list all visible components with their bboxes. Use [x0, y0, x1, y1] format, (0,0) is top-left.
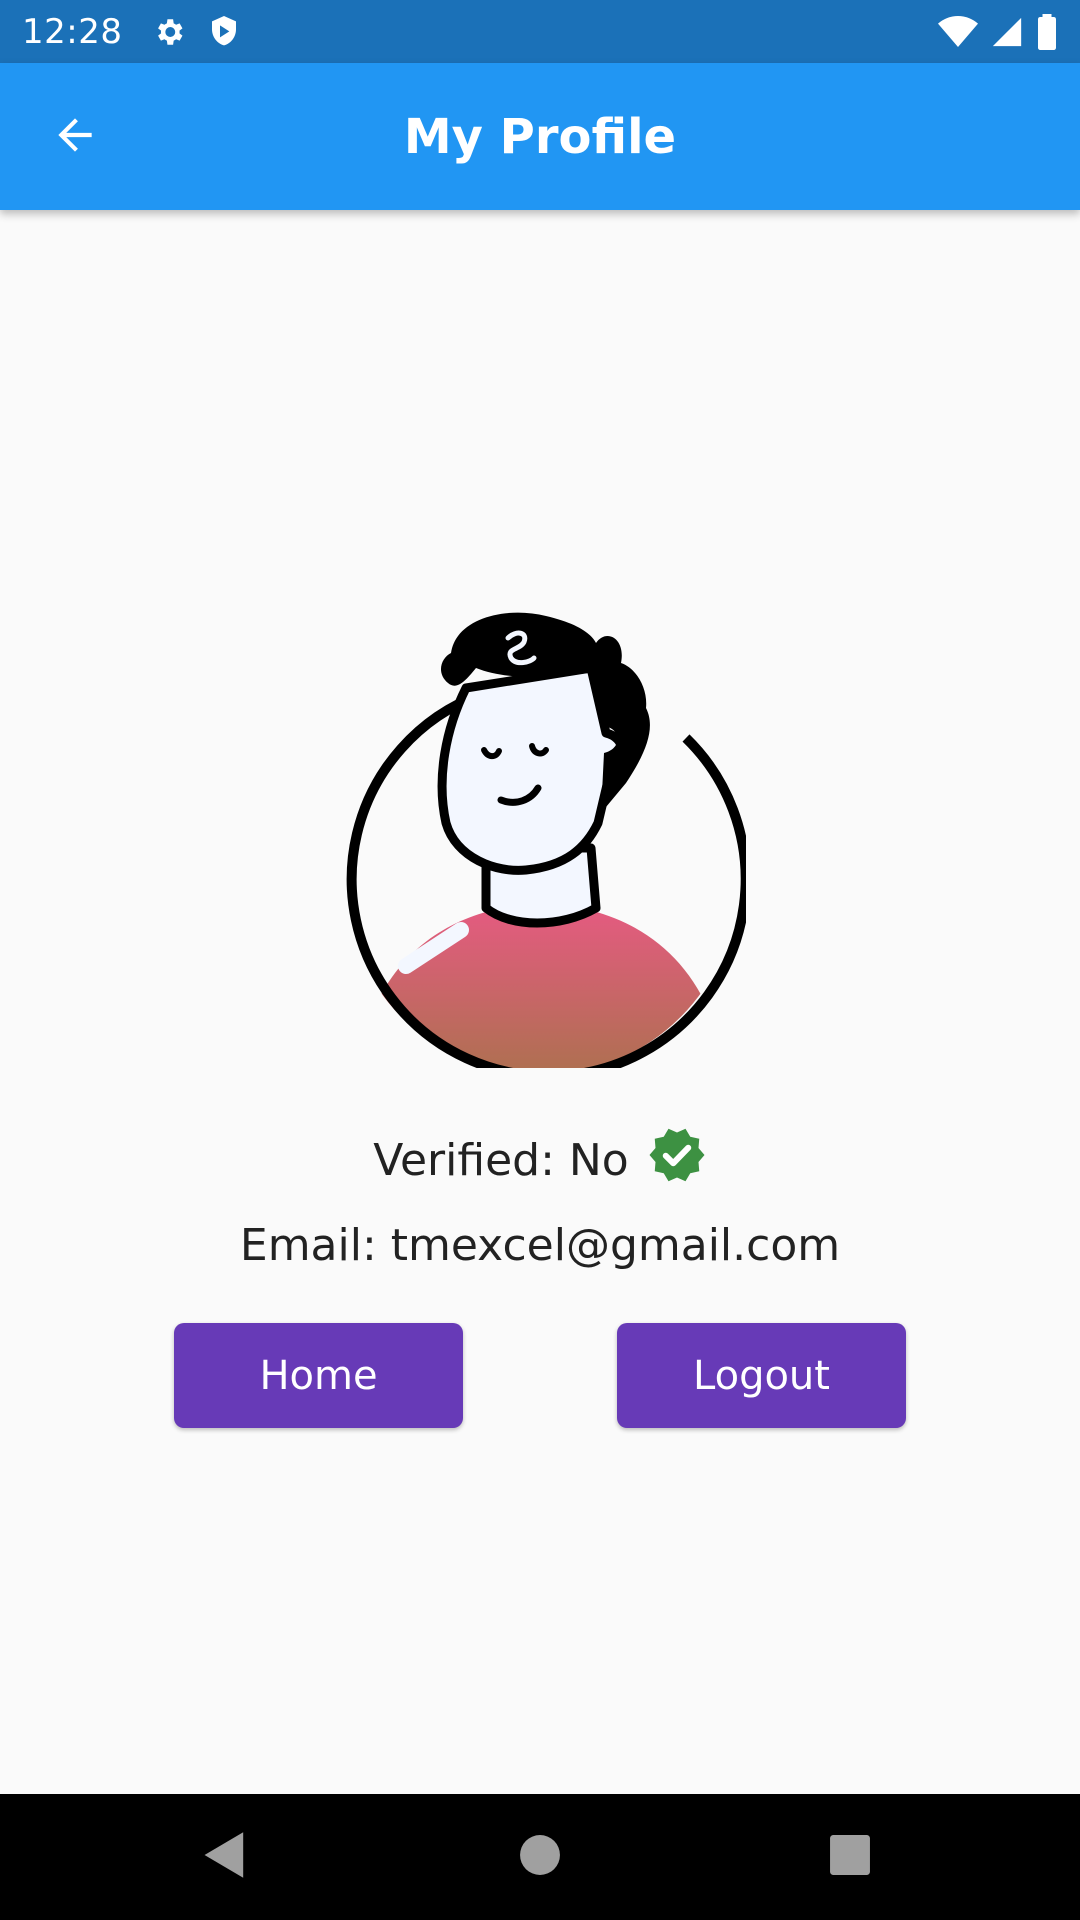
shield-icon [208, 14, 240, 50]
app-bar: My Profile [0, 63, 1080, 210]
battery-icon [1036, 13, 1058, 50]
nav-recent-icon [829, 1834, 871, 1880]
gear-icon [152, 15, 186, 49]
back-button[interactable] [30, 92, 120, 182]
logout-button-label: Logout [693, 1352, 830, 1399]
avatar [336, 608, 751, 1082]
status-icons-left [152, 14, 240, 50]
wifi-icon [938, 15, 978, 49]
email-row: Email: tmexcel@gmail.com [0, 1210, 1080, 1280]
nav-home-button[interactable] [505, 1822, 575, 1892]
avatar-illustration [346, 612, 751, 1082]
email-text: Email: tmexcel@gmail.com [239, 1219, 841, 1271]
status-time: 12:28 [22, 11, 123, 52]
arrow-back-icon [50, 110, 100, 164]
status-bar: 12:28 [0, 0, 1080, 63]
home-button-label: Home [259, 1352, 378, 1399]
logout-button[interactable]: Logout [617, 1323, 906, 1428]
verified-row: Verified: No [0, 1125, 1080, 1195]
signal-icon [990, 15, 1024, 49]
verified-badge-icon [647, 1125, 707, 1196]
home-button[interactable]: Home [174, 1323, 463, 1428]
navigation-bar [0, 1794, 1080, 1920]
nav-back-button[interactable] [190, 1822, 260, 1892]
verified-status: Verified: No [373, 1134, 629, 1186]
page-title: My Profile [403, 108, 677, 165]
nav-back-icon [202, 1830, 248, 1884]
status-icons-right [938, 13, 1058, 50]
nav-home-icon [519, 1834, 561, 1880]
nav-recent-button[interactable] [815, 1822, 885, 1892]
